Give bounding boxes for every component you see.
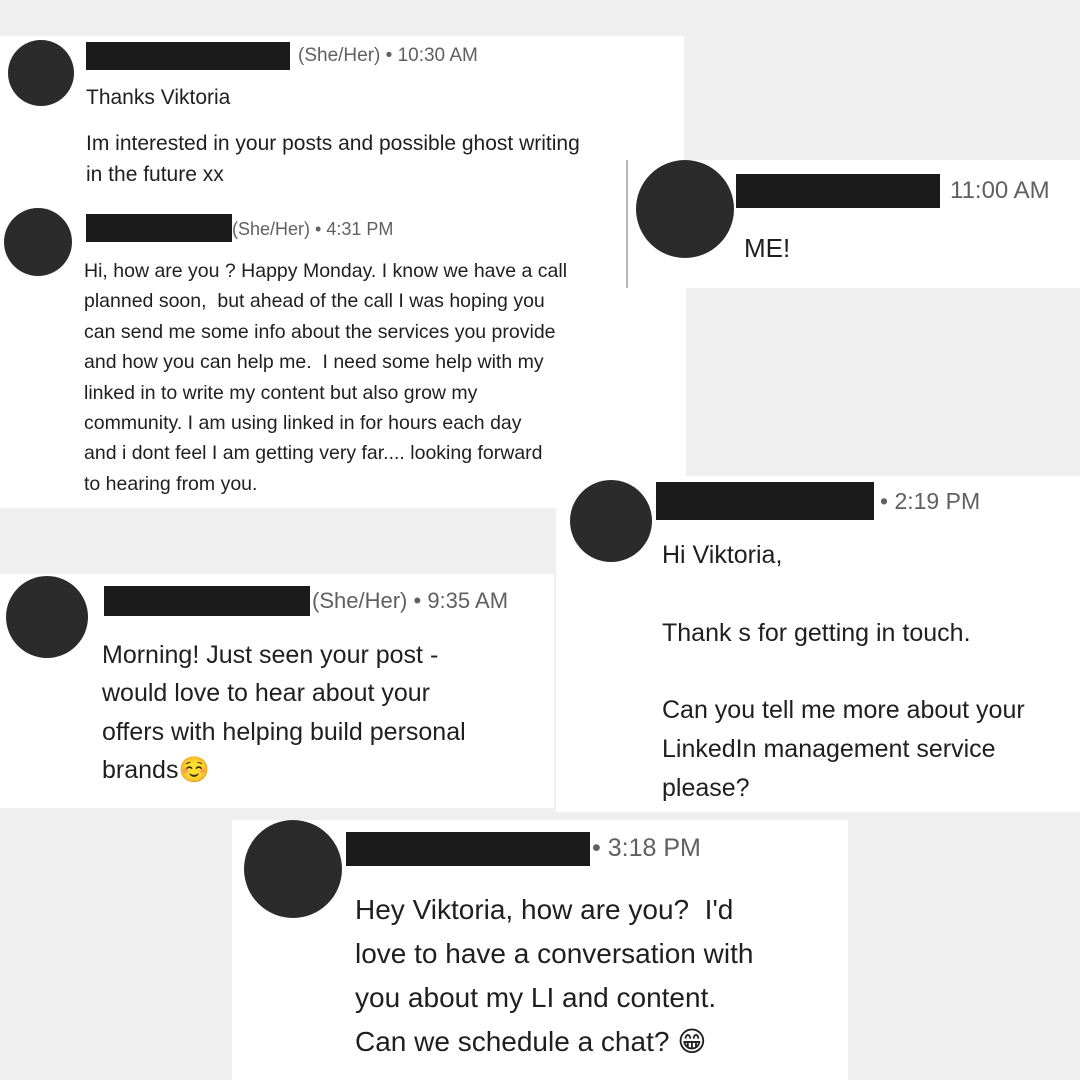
separator-dot: • bbox=[880, 488, 889, 514]
message-card-3: 11:00 AM ME! bbox=[630, 160, 1080, 288]
divider bbox=[626, 160, 628, 288]
message-header: (She/Her) • 10:30 AM bbox=[298, 44, 478, 68]
message-card-5: (She/Her) • 9:35 AM Morning! Just seen y… bbox=[0, 574, 554, 808]
message-text: Hi, how are you ? Happy Monday. I know w… bbox=[84, 260, 568, 495]
redacted-sender-name bbox=[736, 174, 940, 208]
message-text-line: Im interested in your posts and possible… bbox=[86, 132, 580, 155]
message-time: 11:00 AM bbox=[950, 177, 1050, 204]
message-text: Hey Viktoria, how are you? I'd love to h… bbox=[355, 894, 754, 1057]
avatar bbox=[636, 160, 734, 258]
message-card-1: (She/Her) • 10:30 AM Thanks Viktoria Im … bbox=[0, 36, 684, 198]
avatar bbox=[570, 480, 652, 562]
message-text: Morning! Just seen your post - would lov… bbox=[102, 641, 466, 785]
separator-dot: • bbox=[413, 588, 422, 613]
screenshot-collage: { "messages": [ { "pronouns": "(She/Her)… bbox=[0, 0, 1080, 1080]
separator-dot: • bbox=[315, 219, 322, 239]
sender-pronouns: (She/Her) bbox=[232, 219, 311, 239]
message-time: 10:30 AM bbox=[397, 45, 478, 66]
redacted-sender-name bbox=[346, 832, 590, 866]
message-card-4: • 2:19 PM Hi Viktoria, Thank s for getti… bbox=[556, 476, 1080, 812]
separator-dot: • bbox=[592, 834, 601, 862]
message-header: • 2:19 PM bbox=[880, 487, 980, 515]
message-header: • 3:18 PM bbox=[592, 833, 701, 863]
sender-pronouns: (She/Her) bbox=[312, 588, 408, 613]
message-text: Hi Viktoria, Thank s for getting in touc… bbox=[662, 541, 1025, 802]
redacted-sender-name bbox=[86, 42, 290, 70]
redacted-sender-name bbox=[104, 586, 310, 616]
avatar bbox=[6, 576, 88, 658]
message-time: 9:35 AM bbox=[427, 588, 509, 613]
message-time: 4:31 PM bbox=[326, 219, 394, 239]
separator-dot: • bbox=[385, 45, 393, 66]
message-card-2: (She/Her) • 4:31 PM Hi, how are you ? Ha… bbox=[0, 198, 686, 508]
redacted-sender-name bbox=[656, 482, 874, 520]
message-card-6: • 3:18 PM Hey Viktoria, how are you? I'd… bbox=[232, 820, 848, 1080]
sender-pronouns: (She/Her) bbox=[298, 45, 381, 66]
message-text-line: Thanks Viktoria bbox=[86, 86, 231, 109]
redacted-sender-name bbox=[86, 214, 232, 242]
message-text-line: in the future xx bbox=[86, 163, 224, 186]
message-text: ME! bbox=[744, 233, 791, 263]
avatar bbox=[8, 40, 74, 106]
avatar bbox=[244, 820, 342, 918]
message-time: 3:18 PM bbox=[607, 834, 701, 862]
avatar bbox=[4, 208, 72, 276]
message-header: (She/Her) • 9:35 AM bbox=[312, 588, 508, 614]
message-header: (She/Her) • 4:31 PM bbox=[232, 218, 393, 240]
message-time: 2:19 PM bbox=[894, 488, 981, 514]
